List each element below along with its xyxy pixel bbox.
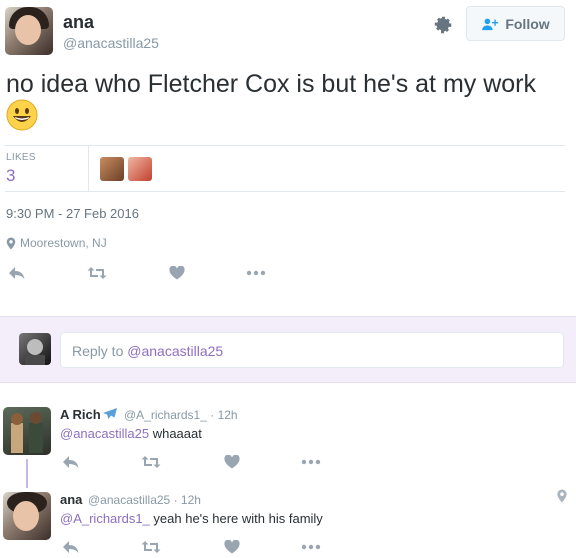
follow-label: Follow bbox=[505, 15, 550, 32]
author-avatar[interactable] bbox=[5, 7, 53, 55]
tweet-body: no idea who Fletcher Cox is but he's at … bbox=[6, 70, 537, 98]
reply-author-name[interactable]: A Rich bbox=[60, 407, 118, 422]
retweet-icon bbox=[141, 456, 161, 468]
reply-avatar[interactable] bbox=[3, 492, 51, 540]
reply-body: yeah he's here with his family bbox=[149, 511, 323, 526]
tweet-timestamp: 9:30 PM - 27 Feb 2016 bbox=[6, 206, 139, 221]
reply-text: @anacastilla25 whaaaat bbox=[60, 426, 202, 441]
reply-text: @A_richards1_ yeah he's here with his fa… bbox=[60, 511, 323, 526]
divider bbox=[5, 191, 565, 192]
airplane-emoji-icon bbox=[102, 408, 117, 419]
reply-input[interactable]: Reply to @anacastilla25 bbox=[60, 332, 564, 368]
reply-icon bbox=[9, 267, 25, 279]
reply-button[interactable] bbox=[6, 264, 28, 282]
reply-meta: @anacastilla25 · 12h bbox=[88, 493, 201, 507]
retweet-button[interactable] bbox=[140, 453, 162, 471]
more-button[interactable] bbox=[245, 264, 267, 282]
author-name[interactable]: ana bbox=[63, 12, 94, 33]
conversation-thread-line bbox=[26, 459, 28, 488]
reply-mention: @anacastilla25 bbox=[127, 343, 224, 359]
reply-button[interactable] bbox=[60, 453, 82, 471]
ellipsis-icon bbox=[301, 544, 321, 550]
reply-time[interactable]: · 12h bbox=[210, 408, 237, 422]
reply-author-handle[interactable]: @anacastilla25 bbox=[88, 493, 170, 507]
likes-count[interactable]: 3 bbox=[6, 166, 15, 186]
author-handle[interactable]: @anacastilla25 bbox=[63, 35, 159, 51]
more-button[interactable] bbox=[300, 538, 322, 556]
reply-avatar[interactable] bbox=[3, 407, 51, 455]
follow-button[interactable]: Follow bbox=[466, 6, 565, 41]
reply-author-name[interactable]: ana bbox=[60, 492, 82, 507]
ellipsis-icon bbox=[301, 459, 321, 465]
reply-meta: @A_richards1_ · 12h bbox=[124, 408, 238, 422]
reply-author-handle[interactable]: @A_richards1_ bbox=[124, 408, 207, 422]
retweet-button[interactable] bbox=[86, 264, 108, 282]
like-button[interactable] bbox=[166, 264, 188, 282]
reply-composer: Reply to @anacastilla25 bbox=[0, 316, 576, 383]
grinning-face-emoji-icon bbox=[6, 99, 38, 131]
tweet-location[interactable]: Moorestown, NJ bbox=[6, 236, 107, 250]
reply-button[interactable] bbox=[60, 538, 82, 556]
retweet-icon bbox=[141, 541, 161, 553]
like-button[interactable] bbox=[221, 453, 243, 471]
heart-icon bbox=[224, 455, 240, 469]
reply-mention-link[interactable]: @anacastilla25 bbox=[60, 426, 149, 441]
more-button[interactable] bbox=[300, 453, 322, 471]
stats-divider bbox=[88, 145, 89, 191]
reply-prefix: Reply to bbox=[72, 343, 128, 359]
gear-icon[interactable] bbox=[432, 14, 454, 36]
like-button[interactable] bbox=[221, 538, 243, 556]
reply-icon bbox=[63, 541, 79, 553]
current-user-avatar[interactable] bbox=[19, 333, 51, 365]
divider bbox=[5, 145, 565, 146]
likes-label: LIKES bbox=[6, 152, 36, 163]
reply-author-name-text: A Rich bbox=[60, 407, 101, 422]
map-pin-icon[interactable] bbox=[556, 489, 568, 503]
map-pin-icon bbox=[6, 237, 16, 249]
add-user-icon bbox=[482, 18, 499, 30]
tweet-text: no idea who Fletcher Cox is but he's at … bbox=[6, 69, 571, 132]
heart-icon bbox=[224, 540, 240, 554]
location-label: Moorestown, NJ bbox=[20, 236, 107, 250]
heart-icon bbox=[169, 266, 185, 280]
ellipsis-icon bbox=[246, 270, 266, 276]
reply-mention-link[interactable]: @A_richards1_ bbox=[60, 511, 150, 526]
reply-icon bbox=[63, 456, 79, 468]
liker-avatar[interactable] bbox=[128, 157, 152, 181]
liker-avatar[interactable] bbox=[100, 157, 124, 181]
retweet-icon bbox=[87, 267, 107, 279]
reply-time[interactable]: · 12h bbox=[174, 493, 201, 507]
retweet-button[interactable] bbox=[140, 538, 162, 556]
reply-body: whaaaat bbox=[149, 426, 202, 441]
